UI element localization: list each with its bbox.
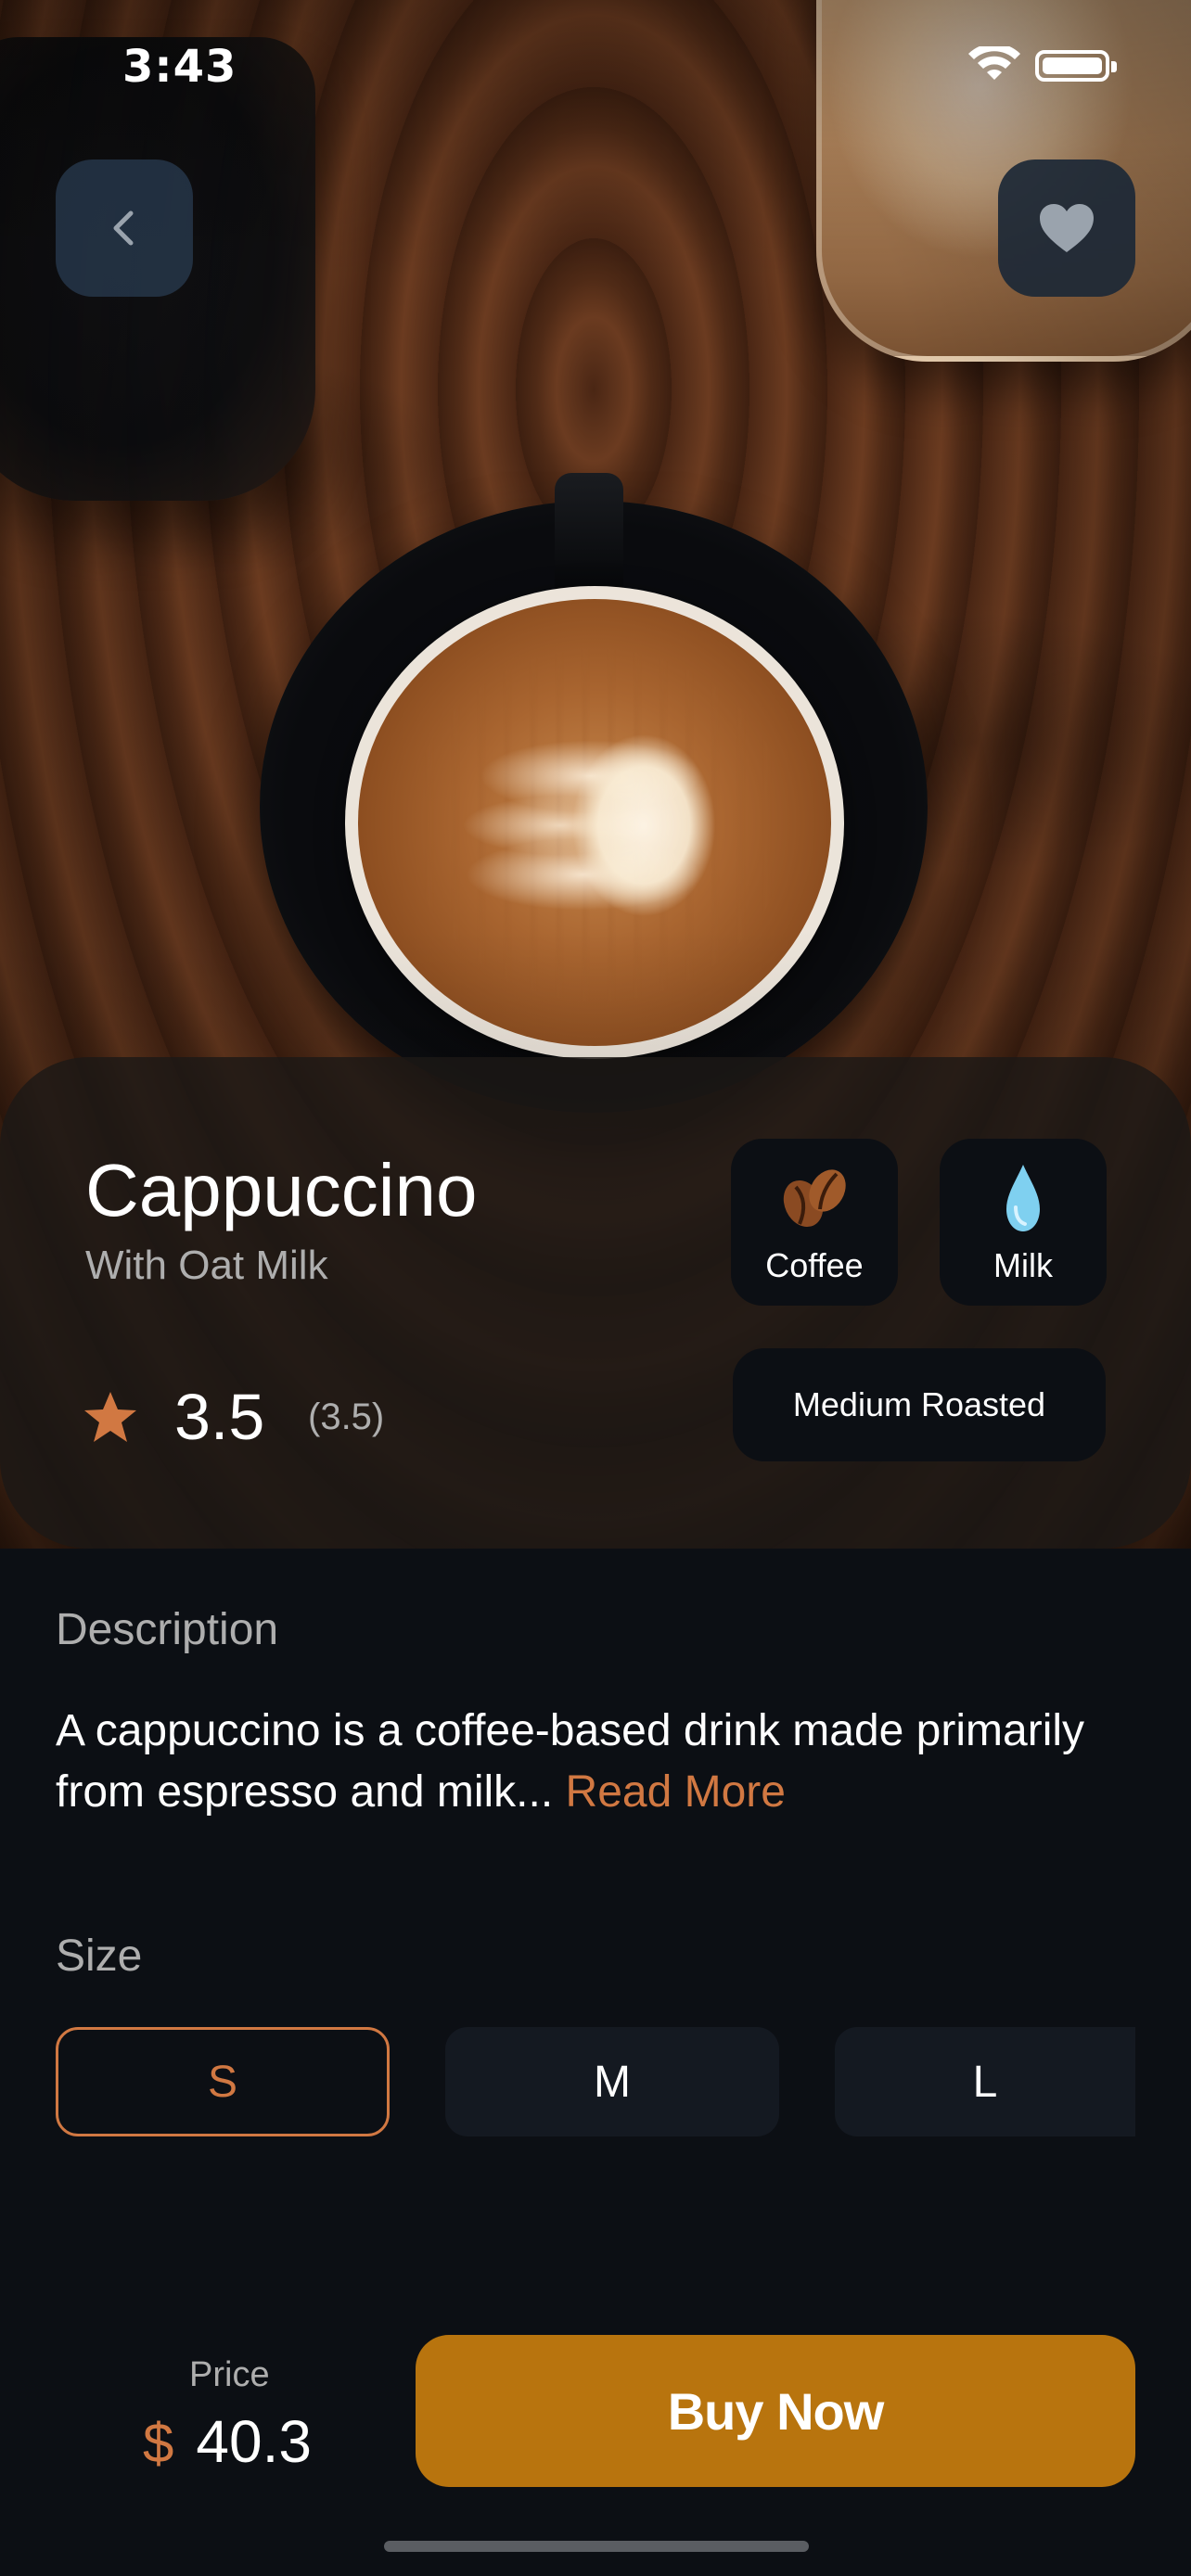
description-text: A cappuccino is a coffee-based drink mad… bbox=[56, 1701, 1150, 1823]
battery-icon bbox=[1035, 50, 1117, 82]
home-indicator bbox=[384, 2541, 809, 2552]
read-more-link[interactable]: Read More bbox=[566, 1767, 786, 1817]
chevron-left-icon bbox=[113, 210, 134, 246]
milk-drop-icon bbox=[1006, 1165, 1040, 1231]
size-option-s[interactable]: S bbox=[56, 2027, 390, 2136]
price-label: Price bbox=[189, 2355, 270, 2394]
back-button[interactable] bbox=[56, 159, 193, 297]
favorite-button[interactable] bbox=[998, 159, 1135, 297]
wifi-icon bbox=[968, 46, 1020, 80]
size-option-l[interactable]: L bbox=[835, 2027, 1135, 2136]
tag-milk-label: Milk bbox=[993, 1246, 1053, 1284]
rating-value: 3.5 bbox=[174, 1381, 265, 1453]
size-option-m[interactable]: M bbox=[445, 2027, 779, 2136]
status-time: 3:43 bbox=[122, 41, 237, 93]
product-detail-screen: 3:43 Cappuccino With Oat Milk 3.5 (3.5) bbox=[0, 0, 1191, 2576]
price-value: 40.3 bbox=[196, 2408, 312, 2475]
currency-symbol: $ bbox=[143, 2412, 174, 2474]
tag-coffee-label: Coffee bbox=[765, 1246, 864, 1284]
description-heading: Description bbox=[56, 1605, 279, 1654]
size-heading: Size bbox=[56, 1932, 143, 1981]
status-icons bbox=[965, 46, 1117, 83]
roast-badge: Medium Roasted bbox=[733, 1348, 1106, 1461]
coffee-bean-icon bbox=[783, 1169, 846, 1228]
product-subtitle: With Oat Milk bbox=[85, 1243, 328, 1288]
rating-count: (3.5) bbox=[308, 1396, 385, 1437]
price-display: $ 40.3 bbox=[143, 2407, 312, 2476]
heart-icon bbox=[1040, 204, 1094, 252]
product-title: Cappuccino bbox=[85, 1149, 478, 1231]
tag-milk: Milk bbox=[940, 1139, 1107, 1306]
tag-coffee: Coffee bbox=[731, 1139, 898, 1306]
star-icon bbox=[84, 1392, 136, 1442]
buy-now-button[interactable]: Buy Now bbox=[416, 2335, 1135, 2487]
